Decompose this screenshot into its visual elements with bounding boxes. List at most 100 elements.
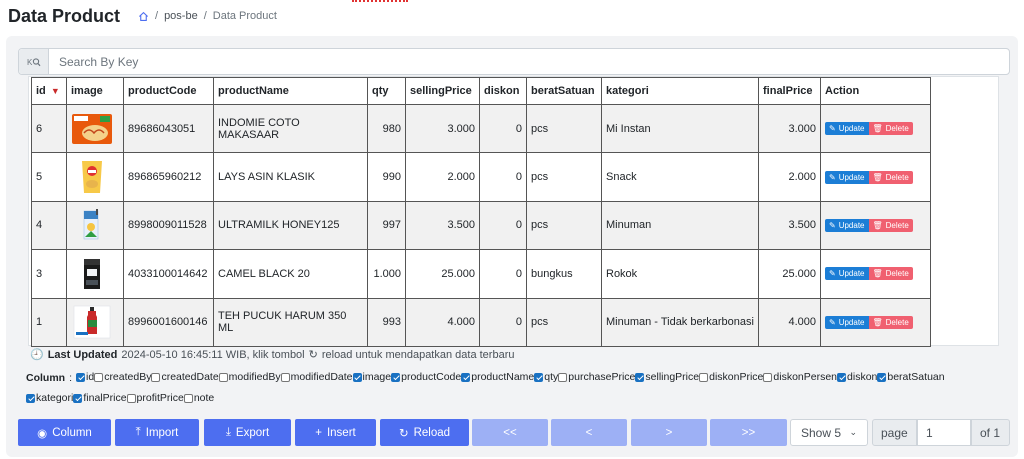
home-icon[interactable] bbox=[138, 11, 149, 22]
cell-beratSatuan: pcs bbox=[526, 152, 602, 202]
checkbox[interactable] bbox=[837, 372, 847, 382]
cell-beratSatuan: bungkus bbox=[526, 249, 602, 299]
reload-button[interactable]: ↻ Reload bbox=[380, 419, 469, 446]
delete-button[interactable]: 🗑 Delete bbox=[868, 122, 913, 136]
checkbox[interactable] bbox=[699, 372, 709, 382]
column-toggle-diskonPersen[interactable]: diskonPersen bbox=[763, 371, 837, 383]
column-header-id[interactable]: id ▼ bbox=[31, 77, 67, 105]
first-page-button[interactable]: << bbox=[472, 419, 548, 446]
delete-button[interactable]: 🗑 Delete bbox=[868, 315, 913, 329]
table-row: 1 8996001600146 TEH PUCUK HARUM 350 ML 9… bbox=[31, 297, 931, 347]
cell-id: 1 bbox=[31, 297, 67, 347]
column-header-image[interactable]: image bbox=[66, 77, 124, 105]
export-button[interactable]: ⤓ Export bbox=[204, 419, 291, 446]
checkbox[interactable] bbox=[534, 372, 544, 382]
column-toggle-diskon[interactable]: diskon bbox=[837, 371, 877, 383]
checkbox[interactable] bbox=[461, 372, 471, 382]
column-toggle-createdDate[interactable]: createdDate bbox=[151, 371, 219, 383]
update-button[interactable]: ✎ Update bbox=[825, 218, 869, 232]
column-toggle-note[interactable]: note bbox=[183, 392, 215, 404]
column-toggle-image[interactable]: image bbox=[352, 371, 392, 383]
column-toggle-productName[interactable]: productName bbox=[461, 371, 534, 383]
column-header-kategori[interactable]: kategori bbox=[601, 77, 759, 105]
column-toggle-purchasePrice[interactable]: purchasePrice bbox=[558, 371, 635, 383]
checkbox-label: modifiedBy bbox=[228, 371, 281, 383]
next-page-button[interactable]: > bbox=[631, 419, 707, 446]
checkbox[interactable] bbox=[26, 393, 35, 403]
delete-button[interactable]: 🗑 Delete bbox=[868, 267, 913, 281]
breadcrumb-separator: / bbox=[155, 10, 159, 22]
column-header-diskon[interactable]: diskon bbox=[479, 77, 527, 105]
update-button[interactable]: ✎ Update bbox=[825, 315, 869, 329]
column-header-beratSatuan[interactable]: beratSatuan bbox=[526, 77, 602, 105]
last-updated-suffix: reload untuk mendapatkan data terbaru bbox=[321, 348, 515, 361]
checkbox[interactable] bbox=[94, 372, 104, 382]
cell-sellingPrice: 3.500 bbox=[405, 200, 480, 251]
checkbox[interactable] bbox=[877, 372, 887, 382]
checkbox-label: id bbox=[86, 371, 95, 383]
column-toggle-createdBy[interactable]: createdBy bbox=[94, 371, 151, 383]
checkbox[interactable] bbox=[352, 372, 362, 382]
edit-icon: ✎ bbox=[829, 220, 836, 230]
sort-desc-icon[interactable]: ▼ bbox=[51, 86, 60, 96]
delete-button[interactable]: 🗑 Delete bbox=[868, 170, 913, 184]
checkbox[interactable] bbox=[126, 393, 136, 403]
update-button[interactable]: ✎ Update bbox=[825, 170, 869, 184]
delete-button[interactable]: 🗑 Delete bbox=[868, 218, 913, 232]
column-header-sellingPrice[interactable]: sellingPrice bbox=[405, 77, 480, 105]
checkbox[interactable] bbox=[280, 372, 290, 382]
checkbox[interactable] bbox=[73, 393, 83, 403]
last-page-button[interactable]: >> bbox=[710, 419, 787, 446]
import-button[interactable]: ⤒ Import bbox=[115, 419, 199, 446]
column-toggle-modifiedDate[interactable]: modifiedDate bbox=[280, 371, 353, 383]
update-button[interactable]: ✎ Update bbox=[825, 122, 869, 136]
svg-text:K: K bbox=[27, 58, 33, 67]
checkbox-label: image bbox=[362, 371, 392, 383]
cell-productName: LAYS ASIN KLASIK bbox=[213, 152, 368, 202]
cell-productCode: 89686043051 bbox=[123, 103, 214, 154]
cell-id: 4 bbox=[31, 200, 67, 251]
checkbox[interactable] bbox=[218, 372, 228, 382]
column-toggle-modifiedBy[interactable]: modifiedBy bbox=[218, 371, 281, 383]
checkbox[interactable] bbox=[635, 372, 645, 382]
page-size-select[interactable]: Show 5 ⌄ bbox=[790, 419, 868, 446]
column-toggle-kategori[interactable]: kategori bbox=[26, 392, 73, 404]
column-header-qty[interactable]: qty bbox=[367, 77, 406, 105]
cell-id: 3 bbox=[31, 249, 67, 299]
checkbox[interactable] bbox=[558, 372, 568, 382]
trash-icon: 🗑 bbox=[872, 269, 883, 279]
column-toggle-profitPrice[interactable]: profitPrice bbox=[126, 392, 184, 404]
update-button[interactable]: ✎ Update bbox=[825, 267, 869, 281]
checkbox-label: note bbox=[193, 392, 215, 404]
product-table: id ▼ image productCode productName qty s… bbox=[31, 77, 931, 347]
eye-icon: ◉ bbox=[37, 427, 48, 440]
checkbox[interactable] bbox=[763, 372, 773, 382]
insert-button[interactable]: + Insert bbox=[295, 419, 376, 446]
breadcrumb-project[interactable]: pos-be bbox=[164, 10, 198, 22]
breadcrumb: / pos-be / Data Product bbox=[138, 10, 277, 22]
column-header-finalPrice[interactable]: finalPrice bbox=[758, 77, 821, 105]
cell-action: ✎ Update 🗑 Delete bbox=[820, 152, 931, 202]
column-toggle-sellingPrice[interactable]: sellingPrice bbox=[635, 371, 699, 383]
search-input[interactable] bbox=[49, 49, 1009, 74]
column-header-productName[interactable]: productName bbox=[213, 77, 368, 105]
column-toggle-diskonPrice[interactable]: diskonPrice bbox=[699, 371, 763, 383]
breadcrumb-separator: / bbox=[203, 10, 207, 22]
column-toggle-qty[interactable]: qty bbox=[534, 371, 558, 383]
column-toggle-productCode[interactable]: productCode bbox=[391, 371, 461, 383]
checkbox[interactable] bbox=[391, 372, 401, 382]
column-button[interactable]: ◉ Column bbox=[18, 419, 111, 446]
checkbox[interactable] bbox=[76, 372, 85, 382]
column-toggle-finalPrice[interactable]: finalPrice bbox=[73, 392, 127, 404]
column-toggle-beratSatuan[interactable]: beratSatuan bbox=[877, 371, 945, 383]
cell-kategori: Rokok bbox=[601, 249, 759, 299]
table-row: 5 896865960212 LAYS ASIN KLASIK 990 2.00… bbox=[31, 152, 931, 202]
checkbox[interactable] bbox=[183, 393, 193, 403]
cell-productCode: 8998009011528 bbox=[123, 200, 214, 251]
checkbox[interactable] bbox=[151, 372, 161, 382]
column-header-productCode[interactable]: productCode bbox=[123, 77, 214, 105]
column-toggle-id[interactable]: id bbox=[76, 371, 94, 383]
prev-page-button[interactable]: < bbox=[551, 419, 627, 446]
page-number-input[interactable]: 1 bbox=[917, 419, 971, 446]
search-bar: K bbox=[18, 48, 1010, 75]
